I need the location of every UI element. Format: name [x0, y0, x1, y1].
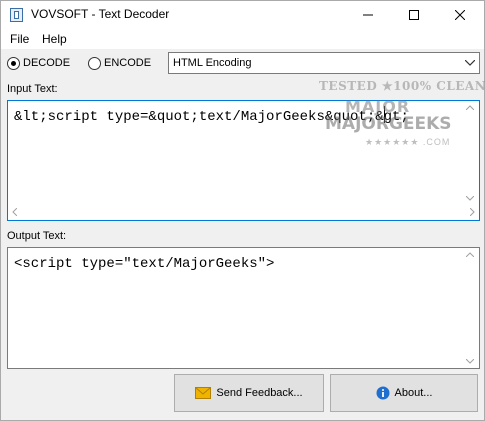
watermark-line-3: MAJORGEEKS — [325, 114, 452, 134]
output-vertical-scrollbar[interactable] — [462, 248, 479, 368]
encoding-select-value: HTML Encoding — [173, 57, 252, 69]
maximize-icon — [409, 10, 419, 20]
scroll-left-icon[interactable] — [12, 208, 17, 216]
encode-radio[interactable] — [88, 57, 101, 70]
watermark-line-4: ★★★★★★ .COM — [365, 137, 451, 147]
scroll-down-icon[interactable] — [466, 196, 474, 201]
watermark-line-1: TESTED ★100% CLEAN — [319, 79, 485, 93]
about-label: About... — [394, 387, 433, 399]
window-title: VOVSOFT - Text Decoder — [31, 7, 170, 21]
scroll-up-icon[interactable] — [466, 252, 474, 257]
input-horizontal-scrollbar[interactable] — [8, 204, 479, 220]
title-bar[interactable]: VOVSOFT - Text Decoder — [1, 1, 484, 29]
send-feedback-label: Send Feedback... — [216, 387, 303, 399]
minimize-icon — [363, 14, 373, 16]
decode-radio[interactable] — [7, 57, 20, 70]
output-text-area[interactable]: <script type="text/MajorGeeks"> — [7, 247, 480, 369]
about-button[interactable]: About... — [330, 374, 478, 412]
app-window: VOVSOFT - Text Decoder File Help DECODE … — [0, 0, 485, 421]
menu-bar: File Help — [1, 29, 484, 49]
scroll-down-icon[interactable] — [466, 359, 474, 364]
encode-radio-label[interactable]: ENCODE — [104, 57, 151, 69]
output-text-label: Output Text: — [7, 230, 67, 242]
close-button[interactable] — [437, 1, 483, 29]
envelope-icon — [195, 387, 212, 399]
menu-file[interactable]: File — [10, 32, 29, 46]
text-decoder-app-icon — [10, 8, 23, 22]
decode-radio-label[interactable]: DECODE — [23, 57, 70, 69]
close-icon — [455, 10, 465, 20]
output-text-value: <script type="text/MajorGeeks"> — [14, 256, 275, 272]
scroll-right-icon[interactable] — [470, 208, 475, 216]
scroll-up-icon[interactable] — [466, 105, 474, 110]
encoding-select[interactable]: HTML Encoding — [168, 52, 480, 74]
info-icon — [376, 386, 390, 400]
input-text-label: Input Text: — [7, 83, 58, 95]
chevron-down-icon — [465, 60, 475, 66]
maximize-button[interactable] — [391, 1, 437, 29]
minimize-button[interactable] — [345, 1, 391, 29]
input-vertical-scrollbar[interactable] — [462, 101, 479, 205]
send-feedback-button[interactable]: Send Feedback... — [174, 374, 324, 412]
menu-help[interactable]: Help — [42, 32, 67, 46]
majorgeeks-watermark: TESTED ★100% CLEAN MAJOR MAJORGEEKS ★★★★… — [319, 79, 485, 159]
